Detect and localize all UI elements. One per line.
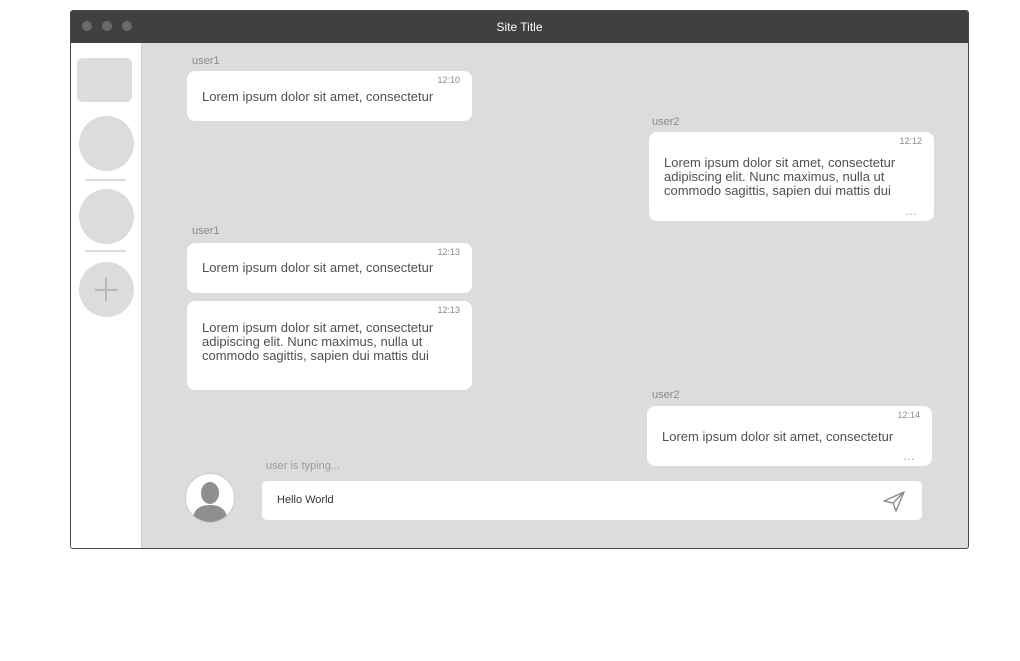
send-icon[interactable]	[882, 490, 906, 512]
message-text: Lorem ipsum dolor sit amet, consectetur	[662, 429, 894, 444]
message-time: 12:13	[437, 247, 460, 257]
message-input[interactable]: Hello World	[262, 481, 922, 520]
message-time: 12:10	[437, 75, 460, 85]
message-text: Lorem ipsum dolor sit amet, consectetur	[202, 89, 434, 104]
message-text: Lorem ipsum dolor sit amet, consectetur …	[664, 155, 896, 198]
more-options-icon[interactable]: …	[905, 205, 918, 217]
channel-circle-icon[interactable]	[79, 116, 134, 171]
message-username: user1	[192, 225, 220, 237]
message-username: user2	[652, 116, 680, 128]
sidebar-divider	[85, 250, 126, 252]
message-time: 12:14	[897, 410, 920, 420]
message-bubble: 12:13 Lorem ipsum dolor sit amet, consec…	[187, 301, 472, 390]
site-title: Site Title	[496, 20, 543, 34]
message-username: user2	[652, 389, 680, 401]
title-bar: Site Title	[71, 11, 968, 43]
app-square-icon[interactable]	[77, 58, 132, 102]
channel-circle-icon[interactable]	[79, 189, 134, 244]
message-bubble: 12:12 Lorem ipsum dolor sit amet, consec…	[649, 132, 934, 221]
message-time: 12:12	[899, 136, 922, 146]
sidebar-divider	[85, 179, 126, 181]
message-input-value[interactable]: Hello World	[277, 481, 334, 520]
message-time: 12:13	[437, 305, 460, 315]
user-silhouette-icon	[192, 482, 228, 522]
more-options-icon[interactable]: …	[903, 450, 916, 462]
add-channel-button[interactable]	[79, 262, 134, 317]
app-window: Site Title user1 12:10 Lorem ipsum dolor…	[70, 10, 969, 549]
message-text: Lorem ipsum dolor sit amet, consectetur	[202, 260, 434, 275]
message-bubble: 12:10 Lorem ipsum dolor sit amet, consec…	[187, 71, 472, 121]
user-avatar-icon[interactable]	[185, 473, 235, 523]
message-text: Lorem ipsum dolor sit amet, consectetur …	[202, 320, 434, 363]
message-username: user1	[192, 55, 220, 67]
message-bubble: 12:13 Lorem ipsum dolor sit amet, consec…	[187, 243, 472, 293]
message-bubble: 12:14 Lorem ipsum dolor sit amet, consec…	[647, 406, 932, 466]
plus-icon	[105, 278, 107, 301]
typing-indicator: user is typing...	[266, 460, 340, 472]
sidebar	[71, 43, 142, 548]
